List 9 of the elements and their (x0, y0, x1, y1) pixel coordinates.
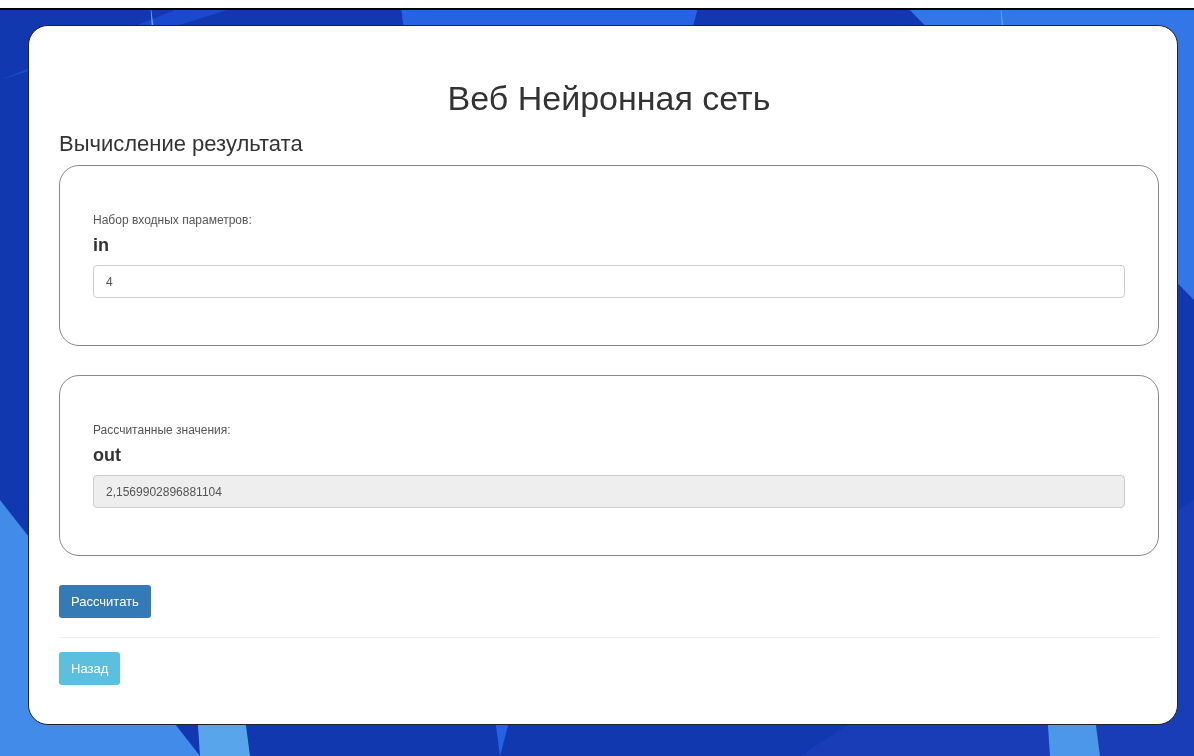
page-title: Веб Нейронная сеть (446, 78, 772, 118)
field-label: out (93, 444, 122, 466)
input-field[interactable]: 4 (93, 265, 1125, 298)
calculate-button[interactable]: Рассчитать (59, 585, 151, 618)
panel-caption: Рассчитанные значения: (93, 422, 232, 438)
output-field[interactable]: 2,1569902896881104 (93, 475, 1125, 508)
panel-caption: Набор входных параметров: (93, 212, 253, 228)
section-heading: Вычисление результата (59, 130, 304, 158)
field-label: in (93, 234, 110, 256)
